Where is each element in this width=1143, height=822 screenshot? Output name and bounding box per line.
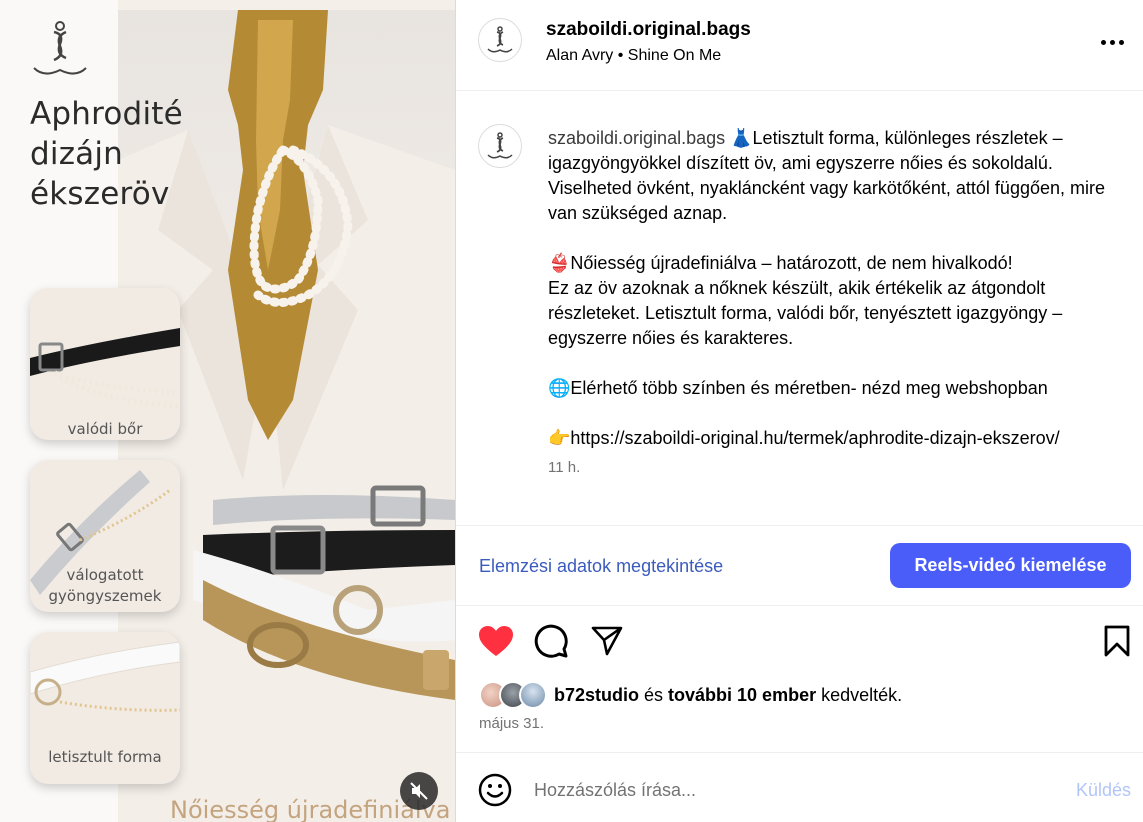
dress-emoji: 👗 (730, 128, 753, 148)
heart-filled-icon (479, 626, 513, 656)
emoji-smile-icon (478, 773, 512, 807)
caption-timestamp[interactable]: 11 h. (548, 455, 1133, 480)
post-caption: szaboildi.original.bags 👗Letisztult form… (548, 126, 1133, 480)
more-dots-icon (1100, 39, 1106, 45)
emoji-button[interactable] (478, 773, 512, 807)
post-media[interactable]: Aphrodité dizájn ékszeröv valódi bőr vál… (0, 0, 455, 822)
swimsuit-emoji: 👙 (548, 253, 571, 273)
thumbnail-label: valódi bőr (67, 420, 143, 438)
brand-logo (33, 21, 87, 75)
caption-text: Elérhető több színben és méretben- nézd … (570, 378, 1048, 398)
likes-suffix: kedvelték. (816, 685, 903, 705)
pointing-hand-emoji: 👉 (548, 428, 571, 448)
comment-icon (534, 624, 568, 658)
audio-info[interactable]: Alan Avry • Shine On Me (546, 47, 721, 65)
caption-text: Nőiesség újradefiniálva – határozott, de… (570, 253, 1013, 273)
thumbnail-label: gyöngyszemek (48, 587, 162, 605)
likes-others[interactable]: további 10 ember (668, 685, 816, 705)
likes-connector: és (639, 685, 669, 705)
post-header: szaboildi.original.bags Alan Avry • Shin… (456, 0, 1143, 91)
send-comment-button[interactable]: Küldés (1076, 780, 1131, 801)
comment-input[interactable] (534, 775, 1054, 805)
audio-track: Shine On Me (627, 47, 722, 64)
thumbnail-form: letisztult forma (30, 632, 180, 784)
audio-artist: Alan Avry (546, 47, 614, 64)
globe-emoji: 🌐 (548, 378, 571, 398)
post-date[interactable]: május 31. (479, 715, 544, 732)
view-insights-link[interactable]: Elemzési adatok megtekintése (479, 556, 723, 577)
comment-composer: Küldés (456, 752, 1143, 822)
audio-separator: • (613, 47, 628, 64)
avatar (519, 681, 547, 709)
thumbnail-leather: valódi bőr (30, 288, 180, 440)
caption-avatar[interactable] (478, 124, 522, 168)
avatar[interactable] (478, 18, 522, 62)
thumbnail-label: válogatott (66, 566, 144, 584)
username-link[interactable]: szaboildi.original.bags (546, 19, 751, 41)
thumbnail-label: letisztult forma (48, 748, 162, 766)
mute-button[interactable] (400, 772, 438, 810)
like-button[interactable] (475, 620, 517, 662)
caption-link[interactable]: https://szaboildi-original.hu/termek/aph… (570, 428, 1059, 448)
liker-username[interactable]: b72studio (554, 685, 639, 705)
media-headline: Aphrodité dizájn ékszeröv (30, 94, 183, 214)
send-icon (591, 626, 623, 656)
liker-avatars[interactable] (479, 680, 554, 710)
headline-line: ékszeröv (30, 176, 170, 212)
post-action-icons (456, 620, 1143, 664)
comment-button[interactable] (530, 620, 572, 662)
caption-text: Ez az öv azoknak a nőknek készült, akik … (548, 278, 1063, 348)
share-button[interactable] (586, 620, 628, 662)
likes-summary: b72studio és további 10 ember kedvelték. (479, 680, 1139, 710)
thumbnail-pearls: válogatott gyöngyszemek (30, 460, 180, 612)
more-options-button[interactable] (1096, 28, 1128, 56)
owner-actions: Elemzési adatok megtekintése Reels-videó… (456, 525, 1143, 606)
bookmark-icon (1104, 625, 1130, 657)
save-button[interactable] (1096, 620, 1138, 662)
brand-logo-icon (487, 26, 513, 53)
brand-logo-icon (487, 132, 513, 159)
headline-line: dizájn (30, 136, 124, 172)
speaker-muted-icon (410, 782, 428, 800)
boost-reel-button[interactable]: Reels-videó kiemelése (890, 543, 1131, 588)
post-details-panel: szaboildi.original.bags Alan Avry • Shin… (455, 0, 1143, 822)
headline-line: Aphrodité (30, 96, 183, 132)
likes-text[interactable]: b72studio és további 10 ember kedvelték. (554, 685, 902, 706)
caption-username[interactable]: szaboildi.original.bags (548, 128, 725, 148)
